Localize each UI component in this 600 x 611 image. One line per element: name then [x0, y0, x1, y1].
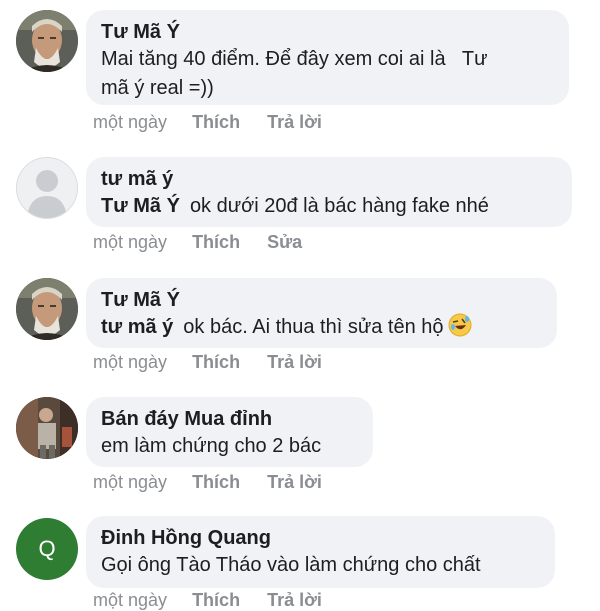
comment-author[interactable]: Đinh Hồng Quang: [101, 525, 541, 551]
comment-time[interactable]: một ngày: [93, 232, 167, 253]
comment-author[interactable]: tư mã ý: [101, 166, 558, 192]
avatar[interactable]: [16, 278, 78, 340]
comment-time[interactable]: một ngày: [93, 472, 167, 493]
like-button[interactable]: Thích: [192, 472, 240, 493]
mention-link[interactable]: tư mã ý: [101, 316, 173, 338]
comment-text: Gọi ông Tào Tháo vào làm chứng cho chất: [101, 554, 481, 576]
comment-author[interactable]: Tư Mã Ý: [101, 19, 555, 45]
comment-text-body: ok bác. Ai thua thì sửa tên hộ: [183, 316, 444, 338]
comment-text: tư mã ý ok bác. Ai thua thì sửa tên hộ: [101, 313, 543, 342]
avatar[interactable]: [16, 397, 78, 459]
comment-actions: một ngày Thích Sửa: [93, 232, 302, 253]
comment-author[interactable]: Tư Mã Ý: [101, 287, 543, 313]
comment-bubble: Tư Mã Ý tư mã ý ok bác. Ai thua thì sửa t…: [86, 278, 557, 348]
photo-person-icon: [16, 397, 78, 459]
comment-text-line-2: mã ý real =)): [101, 77, 214, 99]
comment-actions: một ngày Thích Trả lời: [93, 590, 322, 611]
like-button[interactable]: Thích: [192, 352, 240, 373]
comment-bubble: Đinh Hồng Quang Gọi ông Tào Tháo vào làm…: [86, 516, 555, 588]
like-button[interactable]: Thích: [192, 590, 240, 611]
reply-button[interactable]: Trả lời: [267, 112, 322, 133]
portrait-old-man-icon: [16, 10, 78, 72]
default-user-silhouette-icon: [17, 158, 77, 218]
comment-bubble: Bán đáy Mua đỉnh em làm chứng cho 2 bác: [86, 397, 373, 467]
rolling-on-floor-laughing-emoji-icon: [448, 313, 472, 337]
edit-button[interactable]: Sửa: [267, 232, 302, 253]
comment-actions: một ngày Thích Trả lời: [93, 112, 322, 133]
comment-time[interactable]: một ngày: [93, 352, 167, 373]
portrait-old-man-icon: [16, 278, 78, 340]
avatar[interactable]: [16, 157, 78, 219]
like-button[interactable]: Thích: [192, 232, 240, 253]
like-button[interactable]: Thích: [192, 112, 240, 133]
comment-actions: một ngày Thích Trả lời: [93, 472, 322, 493]
comment-text-line-1: Mai tăng 40 điểm. Để đây xem coi ai là T…: [101, 48, 488, 70]
mention-link[interactable]: Tư Mã Ý: [101, 195, 180, 217]
comment-time[interactable]: một ngày: [93, 112, 167, 133]
reply-button[interactable]: Trả lời: [267, 472, 322, 493]
comment-actions: một ngày Thích Trả lời: [93, 352, 322, 373]
comment-text-body: ok dưới 20đ là bác hàng fake nhé: [189, 195, 489, 217]
comment-text: Tư Mã Ý ok dưới 20đ là bác hàng fake nhé: [101, 192, 558, 221]
avatar[interactable]: [16, 10, 78, 72]
comment-time[interactable]: một ngày: [93, 590, 167, 611]
comment-author[interactable]: Bán đáy Mua đỉnh: [101, 406, 359, 432]
avatar-letter: Q: [38, 536, 56, 561]
comment-bubble: Tư Mã Ý Mai tăng 40 điểm. Để đây xem coi…: [86, 10, 569, 105]
reply-button[interactable]: Trả lời: [267, 590, 322, 611]
avatar[interactable]: Q: [16, 518, 78, 580]
comment-text: em làm chứng cho 2 bác: [101, 435, 322, 457]
comment-bubble: tư mã ý Tư Mã Ý ok dưới 20đ là bác hàng f…: [86, 157, 572, 227]
reply-button[interactable]: Trả lời: [267, 352, 322, 373]
